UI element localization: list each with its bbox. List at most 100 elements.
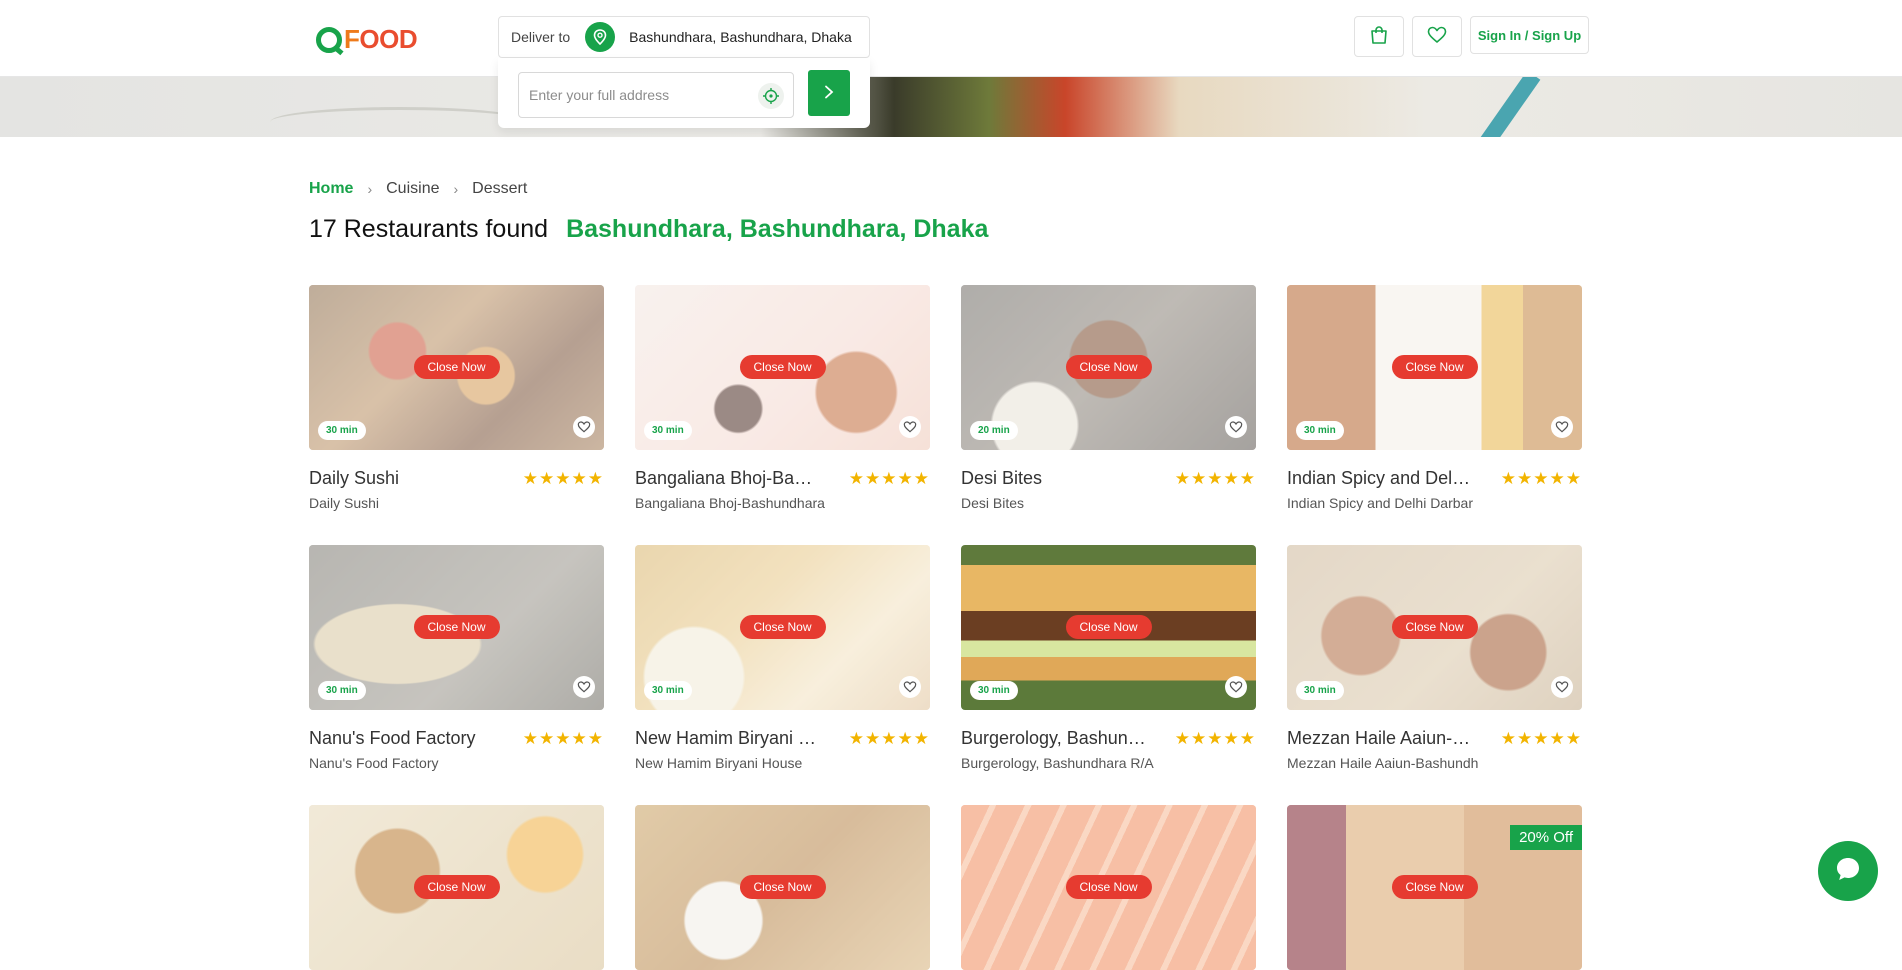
location-pin-icon — [585, 22, 616, 52]
cart-button[interactable] — [1354, 16, 1404, 57]
results-count: 17 Restaurants found — [309, 215, 549, 243]
closed-status-badge: Close Now — [1391, 615, 1478, 639]
restaurant-card[interactable]: Close Now 30 min Nanu's Food Factory ★★★… — [309, 545, 604, 771]
deliver-to-selector[interactable]: Deliver to Bashundhara, Bashundhara, Dha… — [498, 16, 870, 58]
rating-stars: ★★★★★ — [1174, 468, 1256, 489]
rating-stars: ★★★★★ — [848, 728, 930, 749]
restaurant-image[interactable]: Close Now 30 min — [1287, 545, 1582, 710]
restaurant-card[interactable]: Close Now 30 min Bangaliana Bhoj-Bash...… — [635, 285, 930, 511]
closed-status-badge: Close Now — [413, 355, 500, 379]
closed-status-badge: Close Now — [739, 355, 826, 379]
restaurant-name[interactable]: Nanu's Food Factory — [309, 728, 476, 749]
rating-stars: ★★★★★ — [522, 468, 604, 489]
favorite-heart-icon[interactable] — [899, 676, 921, 698]
restaurant-image[interactable]: Close Now 30 min — [635, 285, 930, 450]
results-location: Bashundhara, Bashundhara, Dhaka — [566, 215, 989, 243]
delivery-time-badge: 30 min — [644, 421, 692, 440]
restaurant-branch: Daily Sushi — [309, 495, 380, 511]
restaurant-name[interactable]: Burgerology, Bashund... — [961, 728, 1146, 749]
favorite-heart-icon[interactable] — [1225, 676, 1247, 698]
address-dropdown — [498, 58, 870, 128]
rating-stars: ★★★★★ — [848, 468, 930, 489]
breadcrumb-cuisine[interactable]: Cuisine — [386, 180, 439, 198]
top-navbar: FOOD Deliver to Bashundhara, Bashundhara… — [0, 0, 1902, 77]
closed-status-badge: Close Now — [1391, 355, 1478, 379]
favorite-heart-icon[interactable] — [899, 416, 921, 438]
breadcrumb-dessert: Dessert — [472, 180, 528, 197]
restaurant-name[interactable]: Daily Sushi — [309, 468, 399, 489]
restaurant-branch: Burgerology, Bashundhara R/A — [961, 755, 1154, 771]
restaurant-card[interactable]: Close Now 20 min Desi Bites ★★★★★ Desi B… — [961, 285, 1256, 511]
restaurant-branch: New Hamim Biryani House — [635, 755, 803, 771]
full-address-input[interactable] — [518, 72, 794, 118]
heart-icon — [1427, 26, 1447, 48]
delivery-time-badge: 30 min — [1296, 681, 1344, 700]
restaurant-name[interactable]: Desi Bites — [961, 468, 1042, 489]
selected-address: Bashundhara, Bashundhara, Dhaka — [629, 29, 852, 45]
closed-status-badge: Close Now — [739, 875, 826, 899]
rating-stars: ★★★★★ — [1500, 468, 1582, 489]
breadcrumb: Home › Cuisine › Dessert — [309, 180, 527, 198]
restaurant-card[interactable]: Close Now 30 min Mezzan Haile Aaiun-B...… — [1287, 545, 1582, 771]
locate-icon[interactable] — [758, 83, 784, 109]
restaurant-image[interactable]: Close Now 20 min — [961, 285, 1256, 450]
breadcrumb-home[interactable]: Home — [309, 180, 353, 198]
restaurant-image[interactable]: Close Now 30 min — [309, 545, 604, 710]
discount-badge: 20% Off — [1510, 825, 1582, 850]
chat-icon — [1833, 854, 1863, 888]
delivery-time-badge: 30 min — [1296, 421, 1344, 440]
closed-status-badge: Close Now — [739, 615, 826, 639]
favorite-heart-icon[interactable] — [1551, 416, 1573, 438]
favorite-heart-icon[interactable] — [1551, 676, 1573, 698]
favorite-heart-icon[interactable] — [1225, 416, 1247, 438]
restaurant-image[interactable]: Close Now — [309, 805, 604, 970]
submit-address-button[interactable] — [808, 70, 850, 116]
closed-status-badge: Close Now — [413, 615, 500, 639]
restaurant-card[interactable]: Close Now — [961, 805, 1256, 970]
delivery-time-badge: 30 min — [644, 681, 692, 700]
breadcrumb-chevron-icon: › — [453, 181, 459, 197]
restaurant-branch: Nanu's Food Factory — [309, 755, 439, 771]
restaurant-card[interactable]: 20% Off Close Now — [1287, 805, 1582, 970]
restaurant-image[interactable]: Close Now 30 min — [309, 285, 604, 450]
restaurant-image[interactable]: Close Now 30 min — [961, 545, 1256, 710]
results-heading: 17 Restaurants found Bashundhara, Bashun… — [309, 215, 988, 244]
restaurant-image[interactable]: 20% Off Close Now — [1287, 805, 1582, 970]
favorite-heart-icon[interactable] — [573, 416, 595, 438]
rating-stars: ★★★★★ — [1174, 728, 1256, 749]
wishlist-button[interactable] — [1412, 16, 1462, 57]
restaurant-name[interactable]: Bangaliana Bhoj-Bash... — [635, 468, 820, 489]
closed-status-badge: Close Now — [1065, 875, 1152, 899]
restaurant-name[interactable]: Mezzan Haile Aaiun-B... — [1287, 728, 1472, 749]
logo-q-mark — [316, 26, 342, 53]
restaurant-branch: Indian Spicy and Delhi Darbar — [1287, 495, 1473, 511]
restaurant-card[interactable]: Close Now — [309, 805, 604, 970]
restaurant-card[interactable]: Close Now — [635, 805, 930, 970]
qfood-logo[interactable]: FOOD — [316, 24, 418, 55]
closed-status-badge: Close Now — [1065, 355, 1152, 379]
delivery-time-badge: 30 min — [318, 421, 366, 440]
signin-signup-button[interactable]: Sign In / Sign Up — [1470, 16, 1589, 54]
rating-stars: ★★★★★ — [522, 728, 604, 749]
restaurant-name[interactable]: Indian Spicy and Delhi... — [1287, 468, 1472, 489]
rating-stars: ★★★★★ — [1500, 728, 1582, 749]
restaurant-card[interactable]: Close Now 30 min Burgerology, Bashund...… — [961, 545, 1256, 771]
delivery-time-badge: 30 min — [970, 681, 1018, 700]
restaurant-card[interactable]: Close Now 30 min New Hamim Biryani H... … — [635, 545, 930, 771]
restaurant-image[interactable]: Close Now — [961, 805, 1256, 970]
restaurant-name[interactable]: New Hamim Biryani H... — [635, 728, 820, 749]
restaurant-card[interactable]: Close Now 30 min Daily Sushi ★★★★★ Daily… — [309, 285, 604, 511]
delivery-time-badge: 30 min — [318, 681, 366, 700]
shopping-bag-icon — [1369, 25, 1389, 49]
chat-button[interactable] — [1818, 841, 1878, 901]
restaurant-branch: Desi Bites — [961, 495, 1025, 511]
restaurant-image[interactable]: Close Now 30 min — [1287, 285, 1582, 450]
deliver-to-label: Deliver to — [511, 29, 571, 45]
restaurant-card[interactable]: Close Now 30 min Indian Spicy and Delhi.… — [1287, 285, 1582, 511]
favorite-heart-icon[interactable] — [573, 676, 595, 698]
closed-status-badge: Close Now — [1065, 615, 1152, 639]
delivery-time-badge: 20 min — [970, 421, 1018, 440]
restaurant-image[interactable]: Close Now — [635, 805, 930, 970]
breadcrumb-chevron-icon: › — [367, 181, 373, 197]
restaurant-image[interactable]: Close Now 30 min — [635, 545, 930, 710]
